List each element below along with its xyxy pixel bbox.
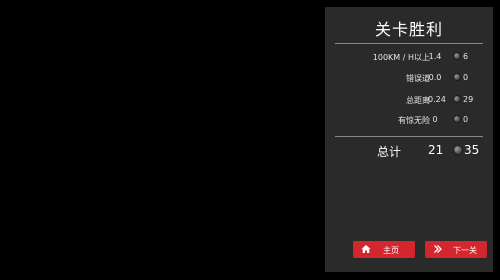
- stat-value: 0.0: [428, 73, 442, 82]
- total-label: 总计: [377, 145, 402, 159]
- coin-icon: [453, 73, 461, 81]
- stat-score: 0: [463, 115, 469, 124]
- next-button-label: 下一关: [453, 246, 477, 255]
- coin-icon: [453, 115, 461, 123]
- stat-score: 29: [463, 95, 474, 104]
- game-screen: 关卡胜利 100KM / H以上 1.4 6 错误道 0.0 0 总距离 0.2…: [0, 0, 500, 280]
- home-button[interactable]: 主页: [353, 241, 415, 258]
- title-divider: [335, 43, 483, 44]
- stat-row-wrong-lane: 错误道 0.0 0: [325, 72, 493, 86]
- level-victory-panel: 关卡胜利 100KM / H以上 1.4 6 错误道 0.0 0 总距离 0.2…: [325, 7, 493, 272]
- coin-icon: [453, 52, 461, 60]
- double-chevron-right-icon: [434, 245, 442, 253]
- stat-value: 0: [432, 115, 438, 124]
- stat-label: 100KM / H以上: [372, 53, 430, 62]
- stat-value: 1.4: [428, 52, 442, 61]
- stat-label: 总距离: [406, 96, 430, 105]
- stat-label: 有惊无险: [398, 116, 430, 125]
- stat-score: 6: [463, 52, 469, 61]
- stat-row-speed: 100KM / H以上 1.4 6: [325, 51, 493, 65]
- coin-icon: [453, 145, 463, 155]
- total-row: 总计 21 35: [325, 143, 493, 161]
- stat-value: 0.24: [428, 95, 446, 104]
- home-button-label: 主页: [383, 246, 399, 255]
- coin-icon: [453, 95, 461, 103]
- stat-score: 0: [463, 73, 469, 82]
- stat-label: 错误道: [406, 74, 430, 83]
- stat-row-total-distance: 总距离 0.24 29: [325, 94, 493, 108]
- total-divider: [335, 136, 483, 137]
- stat-row-near-miss: 有惊无险 0 0: [325, 114, 493, 128]
- total-value: 21: [428, 143, 444, 157]
- total-score: 35: [464, 143, 480, 157]
- next-level-button[interactable]: 下一关: [425, 241, 487, 258]
- home-icon: [361, 245, 371, 253]
- panel-title: 关卡胜利: [374, 20, 443, 39]
